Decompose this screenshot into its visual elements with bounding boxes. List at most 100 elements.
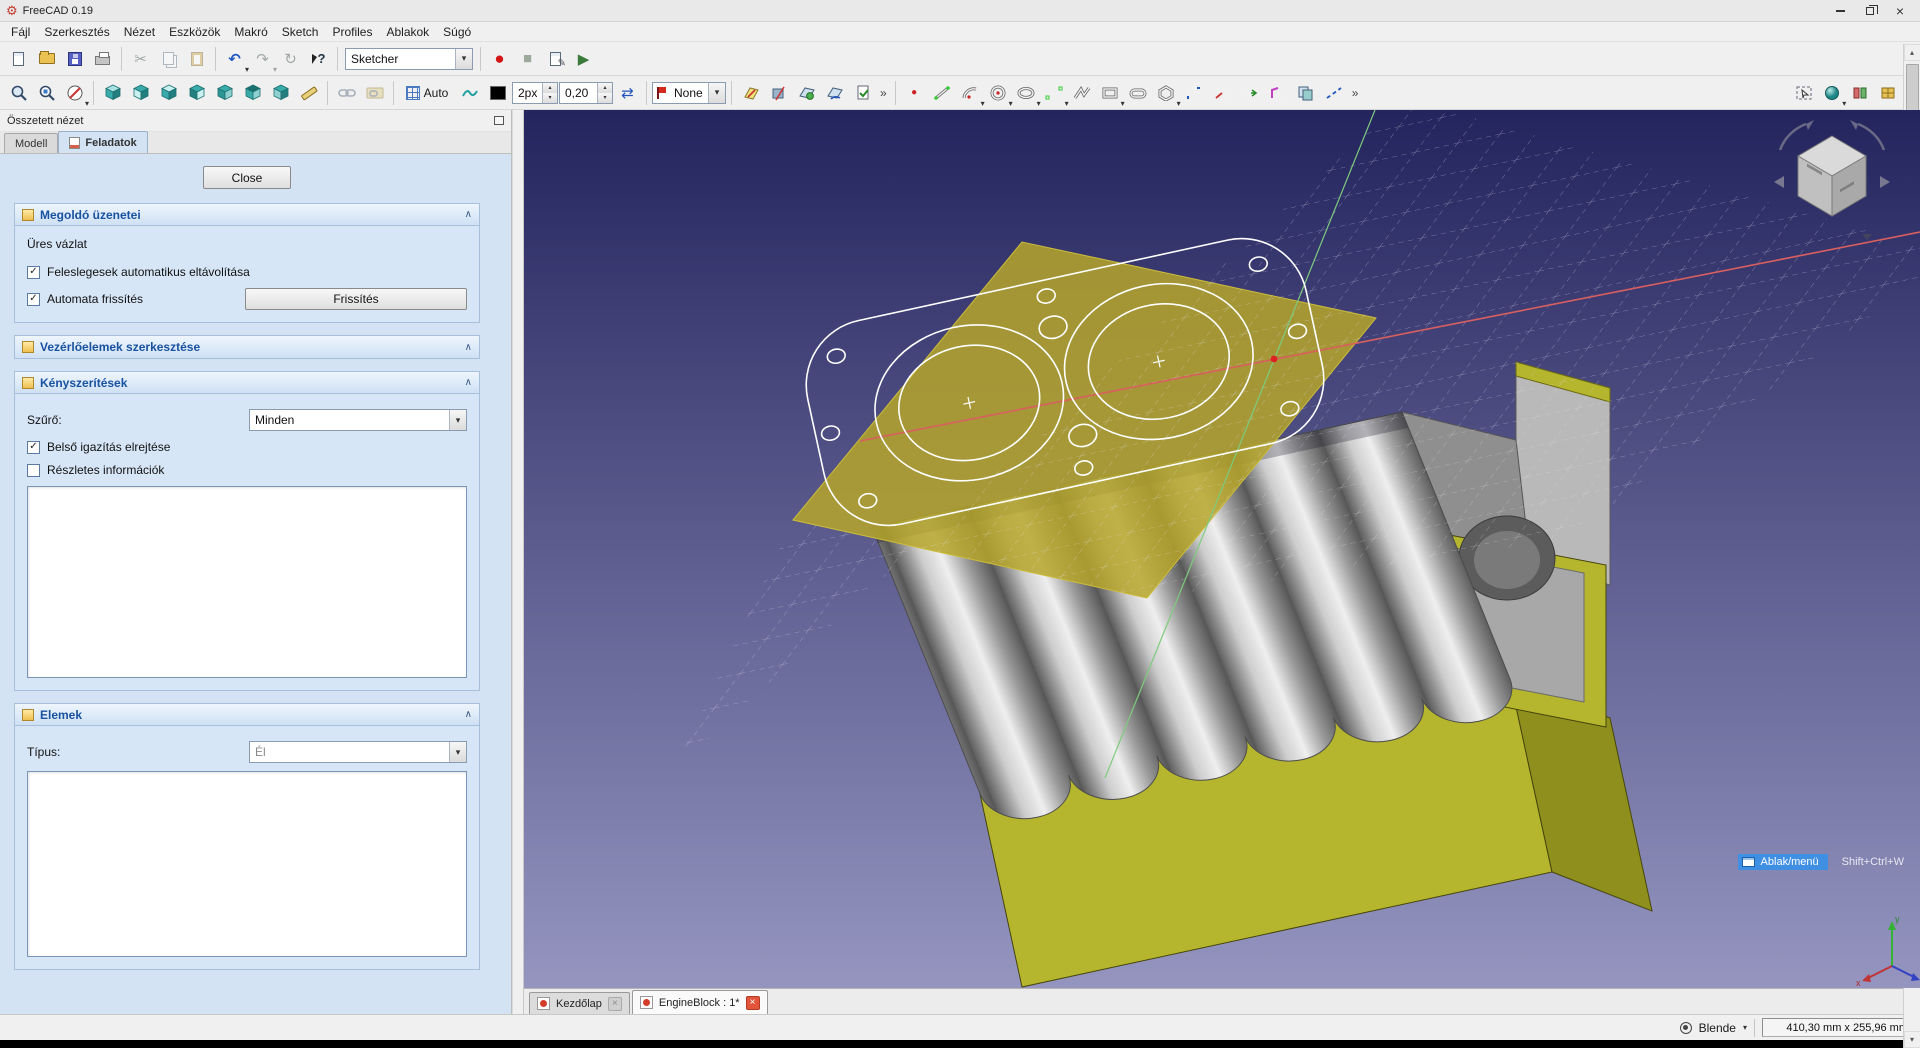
scroll-up-icon[interactable]: ▴ bbox=[1903, 44, 1920, 61]
menu-szerkesztes[interactable]: Szerkesztés bbox=[37, 23, 116, 41]
map-sketch-button[interactable] bbox=[793, 79, 820, 106]
type-dropdown-icon[interactable]: ▾ bbox=[449, 742, 466, 762]
trim-edge-button[interactable] bbox=[1209, 79, 1236, 106]
tab-close-icon[interactable]: × bbox=[607, 996, 622, 1011]
axonometric-view-button[interactable] bbox=[99, 79, 126, 106]
create-point-button[interactable]: ● bbox=[901, 79, 928, 106]
macro-play-button[interactable]: ▶ bbox=[570, 45, 597, 72]
section-elements-header[interactable]: Elemek ∧ bbox=[15, 704, 479, 726]
create-conic-button[interactable]: ▾ bbox=[1013, 79, 1041, 108]
elements-type-select[interactable]: Él ▾ bbox=[249, 741, 467, 763]
spin-down-icon[interactable]: ▾ bbox=[598, 92, 612, 103]
minimize-button[interactable] bbox=[1826, 2, 1854, 20]
create-polygon-button[interactable]: ▾ bbox=[1153, 79, 1181, 108]
collapse-up-icon[interactable]: ∧ bbox=[465, 209, 472, 220]
create-bspline-button[interactable]: ▾ bbox=[1041, 79, 1069, 108]
window-menu-entry[interactable]: Ablak/menü bbox=[1737, 854, 1828, 870]
spin-up-icon[interactable]: ▴ bbox=[543, 82, 557, 93]
spin-down-icon[interactable]: ▾ bbox=[543, 92, 557, 103]
create-polyline-button[interactable] bbox=[1069, 79, 1096, 106]
create-rectangle-button[interactable]: ▾ bbox=[1097, 79, 1125, 108]
create-fillet-button[interactable] bbox=[1181, 79, 1208, 106]
link-group-button[interactable] bbox=[361, 79, 388, 106]
blende-selector[interactable]: Blende bbox=[1699, 1021, 1736, 1035]
extended-info-checkbox[interactable]: Részletes információk bbox=[27, 463, 467, 477]
workbench-dropdown-icon[interactable]: ▾ bbox=[455, 48, 472, 69]
zoom-selection-button[interactable] bbox=[33, 79, 60, 106]
bottom-view-button[interactable] bbox=[239, 79, 266, 106]
left-view-button[interactable] bbox=[267, 79, 294, 106]
new-file-button[interactable] bbox=[5, 45, 32, 72]
restore-button[interactable] bbox=[1856, 2, 1884, 20]
carbon-copy-button[interactable] bbox=[1293, 79, 1320, 106]
menu-ablakok[interactable]: Ablakok bbox=[379, 23, 436, 41]
right-view-button[interactable] bbox=[183, 79, 210, 106]
toolbar-overflow-icon[interactable]: » bbox=[877, 86, 890, 100]
create-circle-button[interactable]: ▾ bbox=[985, 79, 1013, 108]
collapse-up-icon[interactable]: ∧ bbox=[465, 342, 472, 353]
menu-fajl[interactable]: Fájl bbox=[4, 23, 37, 41]
constraints-filter-select[interactable]: Minden ▾ bbox=[249, 409, 467, 431]
clip-plane-button[interactable] bbox=[1846, 79, 1873, 106]
texture-button[interactable] bbox=[1874, 79, 1901, 106]
menu-eszkozok[interactable]: Eszközök bbox=[162, 23, 227, 41]
front-view-button[interactable] bbox=[127, 79, 154, 106]
tab-engineblock[interactable]: EngineBlock : 1* × bbox=[631, 990, 768, 1014]
auto-update-checkbox[interactable]: ✓ Automata frissítés bbox=[27, 292, 143, 306]
collapse-up-icon[interactable]: ∧ bbox=[465, 377, 472, 388]
close-window-button[interactable]: × bbox=[1886, 2, 1914, 20]
pattern-dropdown-icon[interactable]: ▾ bbox=[708, 82, 725, 103]
paste-button[interactable] bbox=[183, 45, 210, 72]
menu-sketch[interactable]: Sketch bbox=[275, 23, 326, 41]
point-size-spinbox[interactable]: 0,20 ▴ ▾ bbox=[559, 81, 613, 104]
create-arc-button[interactable]: ▾ bbox=[957, 79, 985, 108]
redo-button[interactable]: ↷ ▾ bbox=[249, 45, 277, 74]
open-file-button[interactable] bbox=[33, 45, 60, 72]
auto-constraints-button[interactable]: ⇄ bbox=[614, 79, 641, 106]
print-button[interactable] bbox=[89, 45, 116, 72]
view-section-button[interactable] bbox=[765, 79, 792, 106]
line-width-select[interactable]: 2px ▴ ▾ bbox=[512, 81, 558, 104]
create-line-button[interactable] bbox=[929, 79, 956, 106]
menu-makro[interactable]: Makró bbox=[227, 23, 274, 41]
update-button[interactable]: Frissítés bbox=[245, 288, 467, 310]
macro-record-button[interactable]: ● bbox=[486, 45, 513, 72]
selection-view-button[interactable] bbox=[1790, 79, 1817, 106]
spin-up-icon[interactable]: ▴ bbox=[598, 82, 612, 93]
scroll-down-icon[interactable]: ▾ bbox=[1903, 1031, 1920, 1048]
draw-style-button[interactable]: ▾ bbox=[61, 79, 89, 108]
section-edit-controls-header[interactable]: Vezérlőelemek szerkesztése ∧ bbox=[15, 336, 479, 358]
close-task-button[interactable]: Close bbox=[203, 166, 291, 189]
tab-close-icon[interactable]: × bbox=[745, 995, 760, 1010]
section-constraints-header[interactable]: Kényszerítések ∧ bbox=[15, 372, 479, 394]
undo-button[interactable]: ↶ ▾ bbox=[221, 45, 249, 74]
view-sketch-button[interactable] bbox=[737, 79, 764, 106]
menu-nezet[interactable]: Nézet bbox=[117, 23, 162, 41]
filter-dropdown-icon[interactable]: ▾ bbox=[449, 410, 466, 430]
fit-all-button[interactable] bbox=[5, 79, 32, 106]
toolbar-overflow-icon[interactable]: » bbox=[1349, 86, 1362, 100]
grid-auto-toggle[interactable]: Auto bbox=[399, 79, 455, 106]
snap-toggle[interactable] bbox=[456, 79, 483, 106]
reorient-sketch-button[interactable] bbox=[821, 79, 848, 106]
create-slot-button[interactable] bbox=[1125, 79, 1152, 106]
copy-button[interactable] bbox=[155, 45, 182, 72]
3d-viewport[interactable]: y x z Ablak/menü Shift+Ctrl+W bbox=[524, 98, 1920, 988]
make-link-button[interactable] bbox=[333, 79, 360, 106]
external-geometry-button[interactable] bbox=[1265, 79, 1292, 106]
collapse-up-icon[interactable]: ∧ bbox=[465, 709, 472, 720]
blende-dropdown-icon[interactable]: ▾ bbox=[1743, 1023, 1747, 1032]
tab-feladatok[interactable]: Feladatok bbox=[58, 131, 148, 153]
menu-profiles[interactable]: Profiles bbox=[325, 23, 379, 41]
auto-remove-checkbox[interactable]: ✓ Feleslegesek automatikus eltávolítása bbox=[27, 265, 467, 279]
measure-distance-button[interactable] bbox=[295, 79, 322, 106]
rear-view-button[interactable] bbox=[211, 79, 238, 106]
draw-style-dropdown-icon[interactable]: ▾ bbox=[85, 100, 89, 108]
refresh-button[interactable]: ↻ bbox=[277, 45, 304, 72]
tab-modell[interactable]: Modell bbox=[4, 133, 59, 153]
pattern-select[interactable]: None ▾ bbox=[652, 81, 726, 104]
macro-stop-button[interactable]: ■ bbox=[514, 45, 541, 72]
panel-splitter[interactable] bbox=[512, 110, 524, 1014]
construction-mode-button[interactable] bbox=[1321, 79, 1348, 106]
cut-button[interactable]: ✂ bbox=[127, 45, 154, 72]
